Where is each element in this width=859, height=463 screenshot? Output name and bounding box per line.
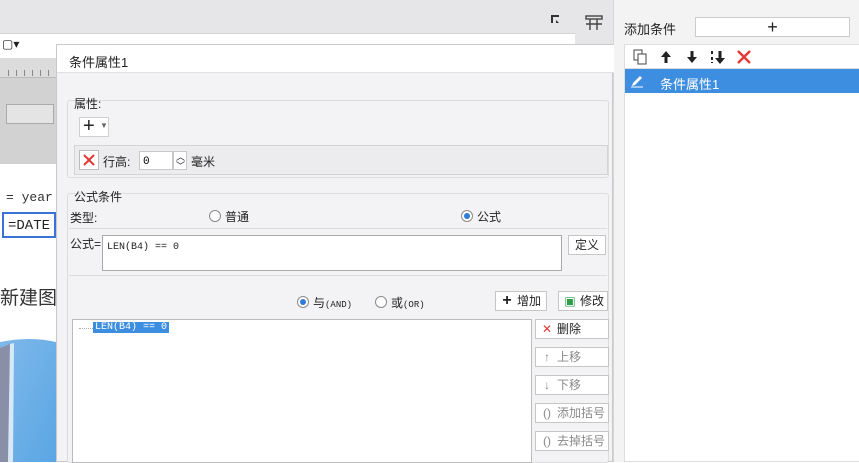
add-condition-button[interactable]: + 增加	[495, 291, 547, 311]
edit-pencil-icon	[631, 76, 643, 88]
editor-grey-area	[0, 78, 56, 164]
close-icon	[83, 154, 95, 166]
row-height-unit: 毫米	[191, 155, 216, 169]
copy-icon[interactable]	[631, 48, 649, 66]
properties-group-title: 属性:	[74, 97, 102, 111]
bracket-icon: ()	[543, 406, 551, 420]
ruler	[0, 58, 56, 78]
sort-down-icon[interactable]	[709, 48, 727, 66]
type-label: 类型:	[70, 211, 98, 225]
tree-node[interactable]: LEN(B4) == 0	[93, 322, 170, 333]
arrow-down-icon: ↓	[544, 378, 550, 392]
type-normal-label[interactable]: 普通	[225, 208, 249, 225]
arrow-up-icon: ↑	[544, 350, 550, 364]
row-height-label: 行高:	[103, 155, 131, 169]
divider	[69, 275, 607, 276]
move-up-button[interactable]: ↑ 上移	[535, 347, 609, 367]
tree-connector	[79, 328, 93, 329]
remove-bracket-button[interactable]: () 去掉括号	[535, 431, 609, 451]
editor-top-bar	[0, 0, 575, 34]
logic-and-label[interactable]: 与(AND)	[313, 294, 352, 311]
row-height-input[interactable]	[139, 151, 173, 170]
condition-list: 条件属性1	[624, 68, 859, 462]
define-button[interactable]: 定义	[568, 235, 606, 255]
resize-corner-icon[interactable]	[549, 13, 561, 25]
panel-toggle-button[interactable]	[575, 0, 613, 44]
condition-tree[interactable]: LEN(B4) == 0	[72, 319, 532, 463]
logic-and-radio[interactable]	[297, 296, 309, 308]
plus-icon: +	[502, 292, 512, 309]
formula-label: 公式=	[70, 237, 102, 251]
formula-field[interactable]: LEN(B4) == 0	[102, 235, 562, 271]
condition-item-label: 条件属性1	[660, 77, 720, 92]
modify-icon: ▣	[564, 294, 576, 308]
add-property-dropdown[interactable]: + ▼	[79, 115, 109, 137]
add-bracket-button[interactable]: () 添加括号	[535, 403, 609, 423]
chevron-down-icon: ▼	[100, 121, 108, 130]
logic-or-radio[interactable]	[375, 296, 387, 308]
arrow-down-icon[interactable]	[683, 48, 701, 66]
row-height-stepper[interactable]: ︿ ﹀	[173, 151, 187, 172]
remove-bracket-icon: ()	[543, 434, 551, 448]
delete-button[interactable]: ✕ 删除	[535, 319, 609, 339]
chart-preview	[0, 338, 56, 462]
dialog-title: 条件属性1	[69, 55, 129, 70]
plus-icon: +	[83, 115, 95, 137]
condition-toolbar	[624, 44, 859, 68]
remove-property-button[interactable]	[79, 150, 99, 170]
cell-text[interactable]: = year	[6, 190, 53, 205]
dropdown-arrow-icon[interactable]: ▢▾	[2, 37, 19, 51]
add-condition-label: 添加条件	[624, 22, 677, 37]
close-icon: ✕	[541, 322, 553, 336]
delete-icon[interactable]	[735, 48, 753, 66]
move-down-button[interactable]: ↓ 下移	[535, 375, 609, 395]
modify-condition-button[interactable]: ▣ 修改	[558, 291, 608, 311]
type-normal-radio[interactable]	[209, 210, 221, 222]
condition-panel: 添加条件 + 条件属性1	[613, 0, 859, 462]
logic-or-label[interactable]: 或(OR)	[391, 294, 425, 311]
divider	[69, 228, 607, 229]
stepper-down-icon[interactable]: ﹀	[176, 159, 185, 172]
arrow-up-icon[interactable]	[657, 48, 675, 66]
editor-toolbar: ▢▾	[0, 34, 56, 58]
layout-icon	[585, 15, 603, 30]
add-condition-button[interactable]: +	[695, 17, 850, 37]
dialog-title-bar: 条件属性1	[57, 45, 614, 73]
selected-cell[interactable]: =DATE	[2, 212, 56, 238]
type-formula-label[interactable]: 公式	[477, 208, 501, 225]
type-formula-radio[interactable]	[461, 210, 473, 222]
condition-list-item[interactable]: 条件属性1	[625, 69, 859, 93]
condition-property-dialog: 条件属性1 属性: + ▼ 行高: ︿ ﹀ 毫米 公式条件 类型: 普通 公式 …	[56, 44, 614, 463]
formula-condition-title: 公式条件	[74, 190, 123, 204]
